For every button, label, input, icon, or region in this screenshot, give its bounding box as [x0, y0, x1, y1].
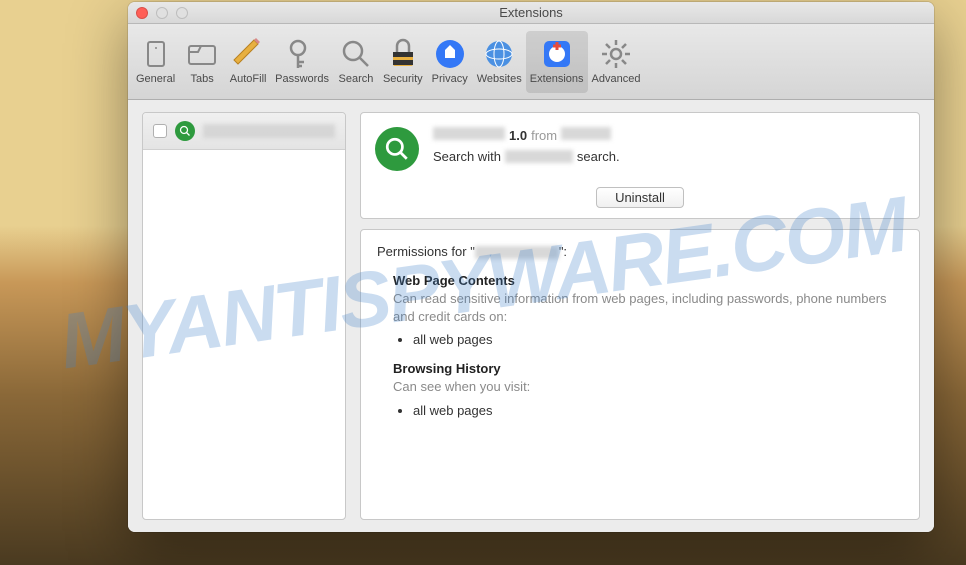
- desc-redacted: [505, 150, 573, 163]
- close-window-button[interactable]: [136, 7, 148, 19]
- extension-version: 1.0: [509, 128, 527, 143]
- tab-label: Tabs: [191, 73, 214, 85]
- zoom-window-button[interactable]: [176, 7, 188, 19]
- permission-list: all web pages: [413, 332, 903, 347]
- tab-label: General: [136, 73, 175, 85]
- extension-list-item[interactable]: [143, 113, 345, 150]
- extension-title-line: 1.0 from: [433, 127, 905, 143]
- permissions-title: Permissions for "":: [377, 244, 903, 259]
- permission-description: Can see when you visit:: [393, 378, 903, 396]
- tab-extensions[interactable]: Extensions: [526, 31, 588, 93]
- general-icon: [140, 38, 172, 70]
- permissions-panel: Permissions for "": Web Page Contents Ca…: [360, 229, 920, 520]
- permission-heading: Web Page Contents: [393, 273, 903, 288]
- privacy-icon: [434, 38, 466, 70]
- tab-label: Advanced: [592, 73, 641, 85]
- perm-name-redacted: [475, 246, 559, 259]
- extension-summary: 1.0 from Search with search. Uninstall: [360, 112, 920, 219]
- permission-section: Web Page Contents Can read sensitive inf…: [393, 273, 903, 347]
- permission-description: Can read sensitive information from web …: [393, 290, 903, 326]
- enable-checkbox[interactable]: [153, 124, 167, 138]
- tab-label: Extensions: [530, 73, 584, 85]
- extensions-icon: [541, 38, 573, 70]
- traffic-lights: [136, 7, 188, 19]
- extensions-list: [142, 112, 346, 520]
- tab-label: Privacy: [432, 73, 468, 85]
- permission-list: all web pages: [413, 403, 903, 418]
- tab-label: Search: [339, 73, 374, 85]
- extension-icon: [175, 121, 195, 141]
- tab-label: Passwords: [275, 73, 329, 85]
- tab-search[interactable]: Search: [333, 31, 379, 93]
- extension-description: Search with search.: [433, 149, 905, 164]
- titlebar: Extensions: [128, 2, 934, 24]
- tabs-icon: [186, 38, 218, 70]
- tab-general[interactable]: General: [132, 31, 179, 93]
- permission-heading: Browsing History: [393, 361, 903, 376]
- window-title: Extensions: [128, 5, 934, 20]
- tab-advanced[interactable]: Advanced: [588, 31, 645, 93]
- from-label: from: [531, 128, 557, 143]
- permission-item: all web pages: [413, 332, 903, 347]
- tab-privacy[interactable]: Privacy: [427, 31, 473, 93]
- content-area: 1.0 from Search with search. Uninstall: [128, 100, 934, 532]
- extension-large-icon: [375, 127, 419, 171]
- tab-security[interactable]: Security: [379, 31, 427, 93]
- autofill-icon: [232, 38, 264, 70]
- tab-label: Websites: [477, 73, 522, 85]
- tab-websites[interactable]: Websites: [473, 31, 526, 93]
- websites-icon: [483, 38, 515, 70]
- tab-tabs[interactable]: Tabs: [179, 31, 225, 93]
- security-icon: [387, 38, 419, 70]
- advanced-icon: [600, 38, 632, 70]
- search-icon: [340, 38, 372, 70]
- tab-label: Security: [383, 73, 423, 85]
- extension-author-redacted: [561, 127, 611, 140]
- tab-autofill[interactable]: AutoFill: [225, 31, 271, 93]
- minimize-window-button[interactable]: [156, 7, 168, 19]
- uninstall-button[interactable]: Uninstall: [596, 187, 684, 208]
- extension-name-redacted: [433, 127, 505, 140]
- tab-passwords[interactable]: Passwords: [271, 31, 333, 93]
- tab-label: AutoFill: [230, 73, 267, 85]
- extension-detail: 1.0 from Search with search. Uninstall: [360, 112, 920, 520]
- extension-name-redacted: [203, 124, 335, 138]
- preferences-window: Extensions General Tabs AutoFill Passwor…: [128, 2, 934, 532]
- preferences-toolbar: General Tabs AutoFill Passwords Search: [128, 24, 934, 100]
- passwords-icon: [286, 38, 318, 70]
- permission-section: Browsing History Can see when you visit:…: [393, 361, 903, 417]
- permission-item: all web pages: [413, 403, 903, 418]
